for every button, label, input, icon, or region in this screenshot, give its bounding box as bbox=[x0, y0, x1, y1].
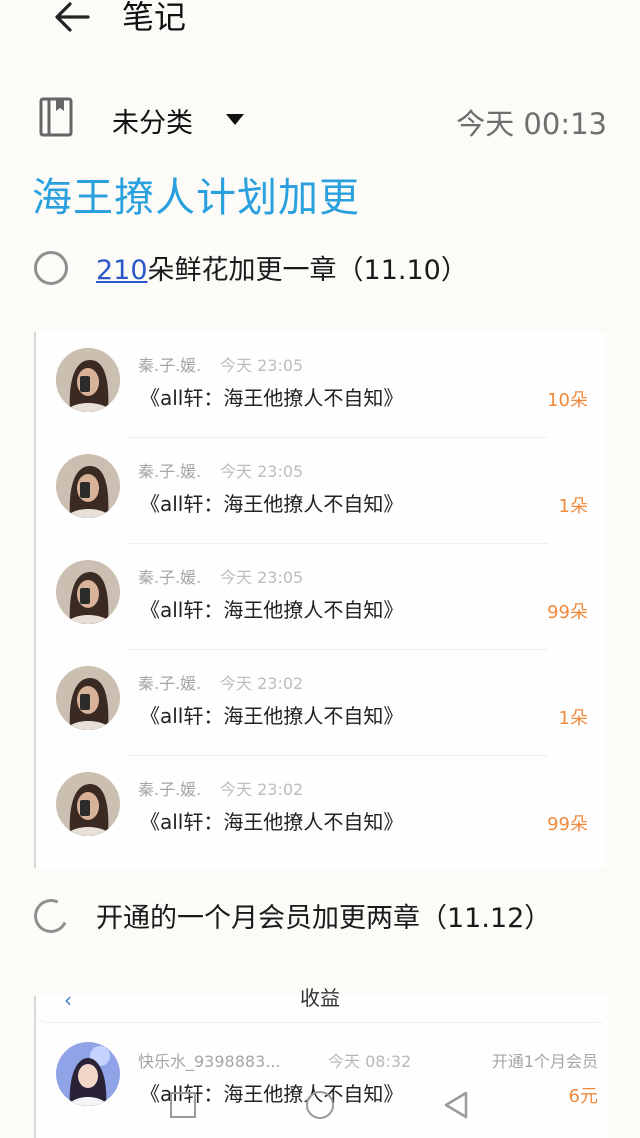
gift-amount: 1朵 bbox=[558, 708, 588, 729]
todo-text[interactable]: 开通的一个月会员加更两章（11.12） bbox=[96, 896, 551, 935]
back-triangle-icon[interactable] bbox=[442, 1090, 470, 1120]
gift-amount: 99朵 bbox=[547, 602, 588, 623]
gift-time: 今天 23:02 bbox=[220, 780, 304, 799]
checkbox-icon[interactable] bbox=[34, 251, 68, 285]
purchase-time: 今天 08:32 bbox=[328, 1052, 412, 1071]
system-nav-bar bbox=[0, 1082, 640, 1138]
user-name: 秦.子.媛. bbox=[138, 674, 202, 693]
avatar bbox=[56, 348, 120, 412]
list-item: 秦.子.媛. 今天 23:02 《all轩：海王他撩人不自知》 1朵 bbox=[36, 650, 606, 756]
avatar bbox=[56, 772, 120, 836]
embedded-image: 秦.子.媛. 今天 23:05 《all轩：海王他撩人不自知》 10朵 秦.子.… bbox=[34, 332, 606, 868]
list-item: 秦.子.媛. 今天 23:05 《all轩：海王他撩人不自知》 10朵 bbox=[36, 332, 606, 438]
back-arrow-icon[interactable] bbox=[50, 0, 94, 36]
user-name: 秦.子.媛. bbox=[138, 568, 202, 587]
list-item: 秦.子.媛. 今天 23:02 《all轩：海王他撩人不自知》 99朵 bbox=[36, 756, 606, 862]
user-name: 秦.子.媛. bbox=[138, 356, 202, 375]
caret-down-icon[interactable] bbox=[226, 114, 244, 125]
card-top-edge: ‹ 收益 bbox=[36, 986, 608, 1023]
list-item: 秦.子.媛. 今天 23:05 《all轩：海王他撩人不自知》 99朵 bbox=[36, 544, 606, 650]
gift-amount: 1朵 bbox=[558, 496, 588, 517]
note-title[interactable]: 海王撩人计划加更 bbox=[32, 165, 360, 223]
gift-amount: 10朵 bbox=[547, 390, 588, 411]
category-dropdown[interactable]: 未分类 bbox=[112, 101, 193, 140]
gift-time: 今天 23:02 bbox=[220, 674, 304, 693]
avatar bbox=[56, 454, 120, 518]
book-title: 《all轩：海王他撩人不自知》 bbox=[140, 598, 404, 622]
user-name: 秦.子.媛. bbox=[138, 462, 202, 481]
todo-link[interactable]: 210 bbox=[96, 255, 148, 286]
gift-amount: 99朵 bbox=[547, 814, 588, 835]
book-title: 《all轩：海王他撩人不自知》 bbox=[140, 704, 404, 728]
list-item: 秦.子.媛. 今天 23:05 《all轩：海王他撩人不自知》 1朵 bbox=[36, 438, 606, 544]
page-title: 笔记 bbox=[122, 0, 187, 36]
book-title: 《all轩：海王他撩人不自知》 bbox=[140, 492, 404, 516]
todo-item: 210朵鲜花加更一章（11.10） bbox=[34, 248, 634, 292]
user-name: 快乐水_9398883... bbox=[138, 1052, 281, 1071]
note-timestamp: 今天 00:13 bbox=[456, 107, 607, 141]
membership-type: 开通1个月会员 bbox=[491, 1052, 598, 1071]
avatar bbox=[56, 666, 120, 730]
todo-item: 开通的一个月会员加更两章（11.12） bbox=[29, 894, 634, 940]
checkbox-icon[interactable] bbox=[29, 894, 73, 938]
todo-text[interactable]: 210朵鲜花加更一章（11.10） bbox=[96, 248, 468, 287]
avatar bbox=[56, 560, 120, 624]
recent-apps-icon[interactable] bbox=[170, 1092, 196, 1118]
top-bar: 笔记 bbox=[0, 0, 640, 60]
notebook-icon[interactable] bbox=[38, 96, 74, 138]
home-icon[interactable] bbox=[306, 1091, 334, 1119]
user-name: 秦.子.媛. bbox=[138, 780, 202, 799]
chevron-left-icon: ‹ bbox=[64, 988, 72, 1012]
gift-time: 今天 23:05 bbox=[220, 356, 304, 375]
gift-time: 今天 23:05 bbox=[220, 568, 304, 587]
cut-heading: 收益 bbox=[300, 986, 340, 1010]
book-title: 《all轩：海王他撩人不自知》 bbox=[140, 810, 404, 834]
gift-time: 今天 23:05 bbox=[220, 462, 304, 481]
book-title: 《all轩：海王他撩人不自知》 bbox=[140, 386, 404, 410]
